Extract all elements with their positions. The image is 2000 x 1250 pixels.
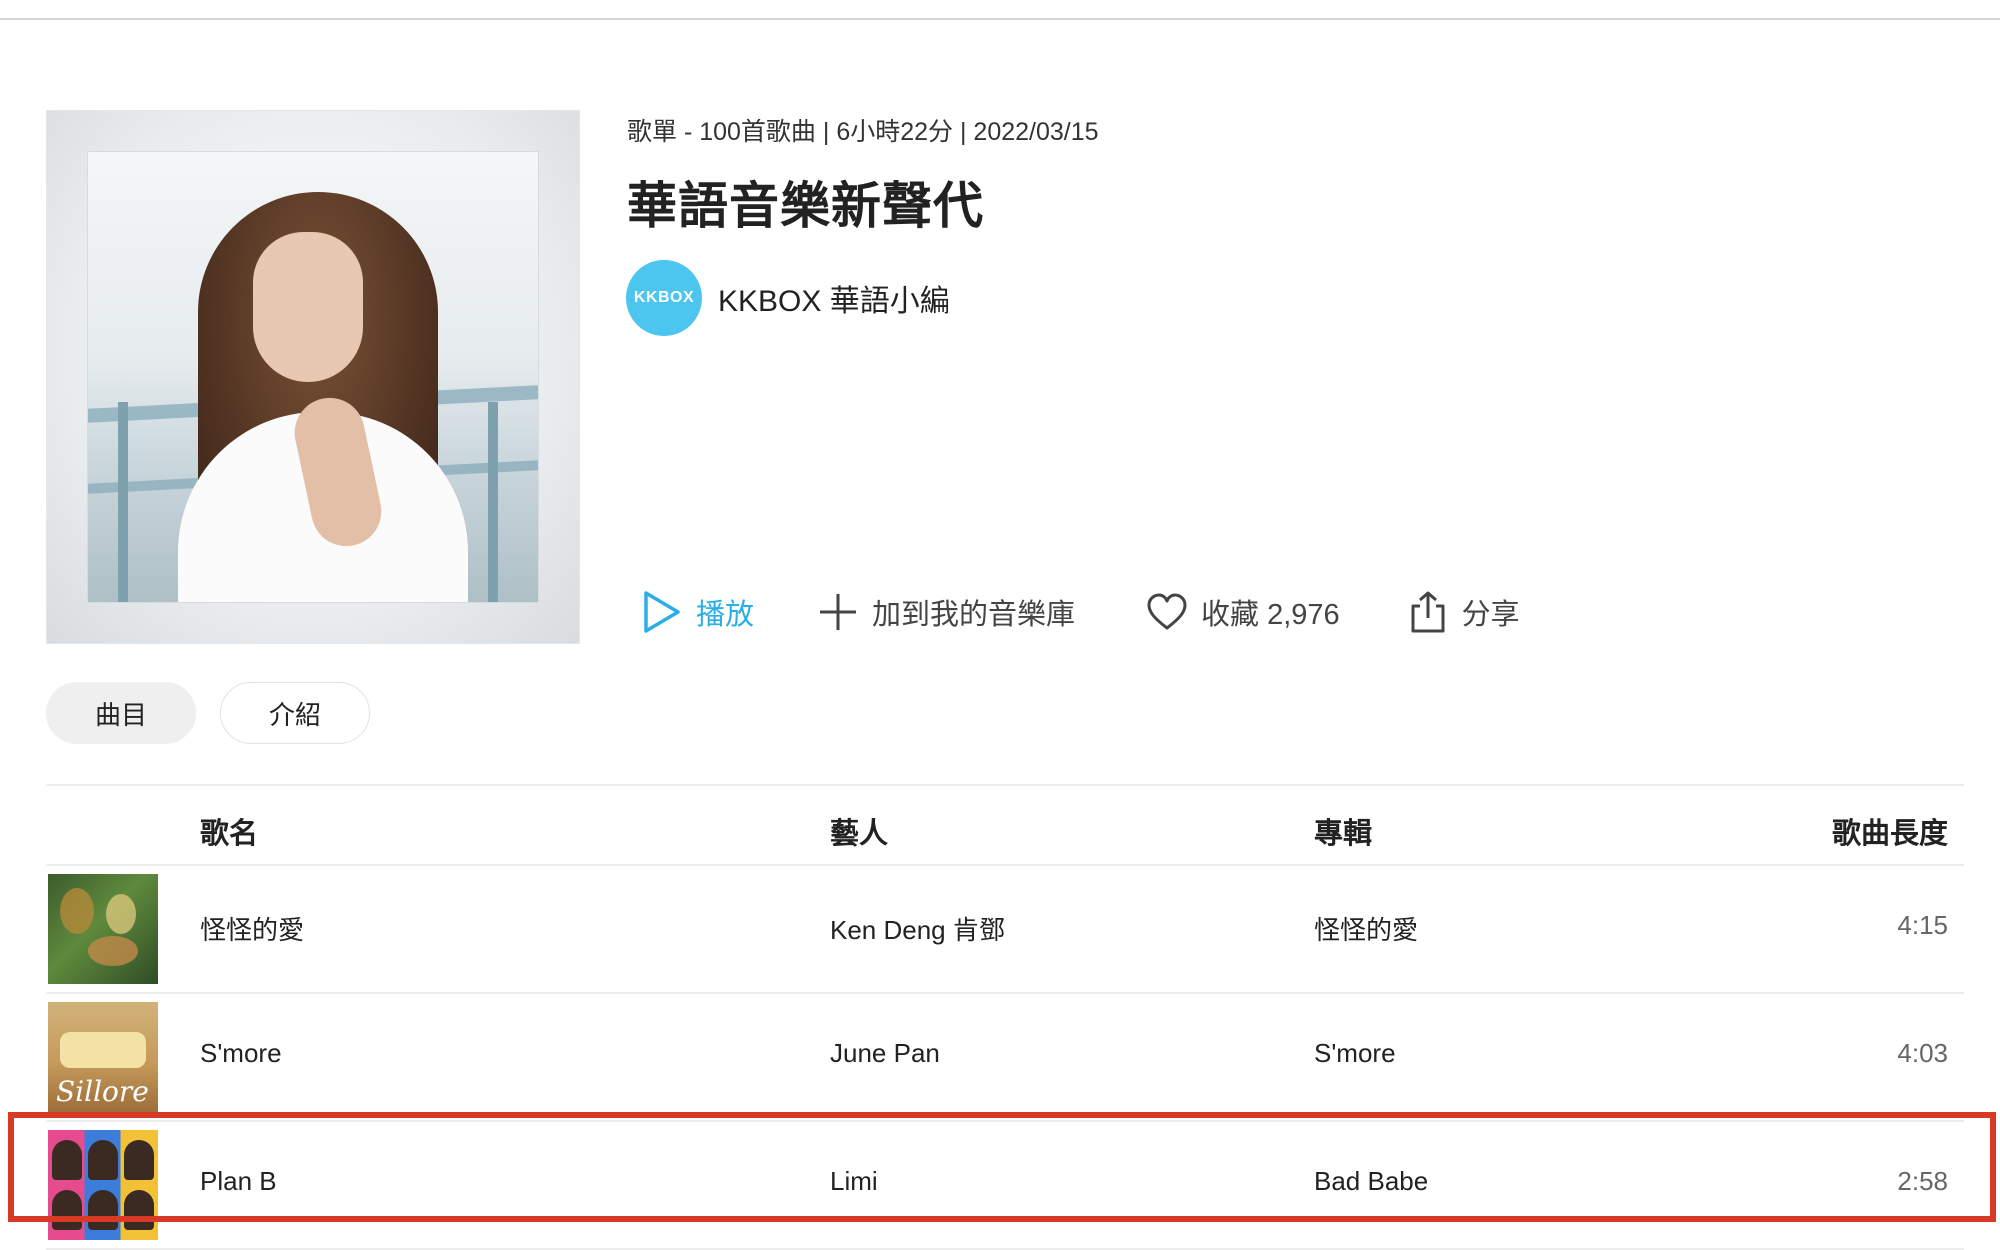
- play-icon: [640, 590, 684, 634]
- table-header: 歌名 藝人 專輯 歌曲長度: [46, 784, 1964, 866]
- add-to-library-label: 加到我的音樂庫: [872, 599, 1076, 631]
- play-label: 播放: [696, 599, 755, 631]
- song-artist[interactable]: Ken Deng 肯鄧: [830, 910, 1005, 947]
- header-artist[interactable]: 藝人: [830, 810, 888, 852]
- add-to-library-button[interactable]: 加到我的音樂庫: [816, 590, 1075, 634]
- favorite-label: 收藏 2,976: [1201, 599, 1340, 631]
- table-row[interactable]: Plan B Limi Bad Babe 2:58: [46, 1122, 1964, 1250]
- playlist-title: 華語音樂新聲代: [627, 178, 984, 234]
- table-row[interactable]: Sillore S'more June Pan S'more 4:03: [46, 994, 1964, 1122]
- share-button[interactable]: 分享: [1406, 590, 1520, 634]
- heart-icon: [1145, 590, 1189, 634]
- song-artist[interactable]: June Pan: [830, 1038, 940, 1069]
- playlist-cover: [46, 110, 580, 644]
- song-length: 4:15: [1897, 910, 1948, 940]
- playlist-meta: 歌單 - 100首歌曲 | 6小時22分 | 2022/03/15: [627, 118, 1099, 146]
- song-name[interactable]: Plan B: [200, 1166, 277, 1197]
- album-thumbnail[interactable]: [48, 1130, 158, 1240]
- header-length[interactable]: 歌曲長度: [1832, 810, 1948, 852]
- song-album[interactable]: Bad Babe: [1314, 1166, 1428, 1197]
- tab-tracks[interactable]: 曲目: [46, 682, 196, 744]
- header-song-name[interactable]: 歌名: [200, 810, 258, 852]
- content-tabs: 曲目 介紹: [46, 682, 394, 744]
- play-button[interactable]: 播放: [640, 590, 754, 634]
- plus-icon: [816, 590, 860, 634]
- song-album[interactable]: S'more: [1314, 1038, 1396, 1069]
- share-label: 分享: [1461, 599, 1520, 631]
- playlist-actions: 播放 加到我的音樂庫 收藏 2,976 分享: [640, 584, 1590, 640]
- share-icon: [1406, 590, 1450, 634]
- curator-name[interactable]: KKBOX 華語小編: [718, 276, 950, 320]
- song-name[interactable]: S'more: [200, 1038, 282, 1069]
- song-length: 4:03: [1897, 1038, 1948, 1068]
- album-thumbnail[interactable]: [48, 874, 158, 984]
- song-artist[interactable]: Limi: [830, 1166, 878, 1197]
- album-thumbnail[interactable]: Sillore: [48, 1002, 158, 1112]
- header-album[interactable]: 專輯: [1314, 810, 1372, 852]
- tab-intro[interactable]: 介紹: [220, 682, 370, 744]
- song-length: 2:58: [1897, 1166, 1948, 1196]
- curator-avatar[interactable]: KKBOX: [626, 260, 702, 336]
- song-name[interactable]: 怪怪的愛: [200, 910, 304, 947]
- track-table: 歌名 藝人 專輯 歌曲長度 怪怪的愛 Ken Deng 肯鄧 怪怪的愛 4:15…: [46, 784, 1964, 1250]
- top-navigation-bar: [0, 0, 2000, 20]
- song-album[interactable]: 怪怪的愛: [1314, 910, 1418, 947]
- album-cover-text: Sillore: [56, 1075, 149, 1108]
- cover-photo: [87, 151, 539, 603]
- table-row[interactable]: 怪怪的愛 Ken Deng 肯鄧 怪怪的愛 4:15: [46, 866, 1964, 994]
- curator[interactable]: KKBOX KKBOX 華語小編: [626, 260, 950, 336]
- favorite-button[interactable]: 收藏 2,976: [1145, 590, 1340, 634]
